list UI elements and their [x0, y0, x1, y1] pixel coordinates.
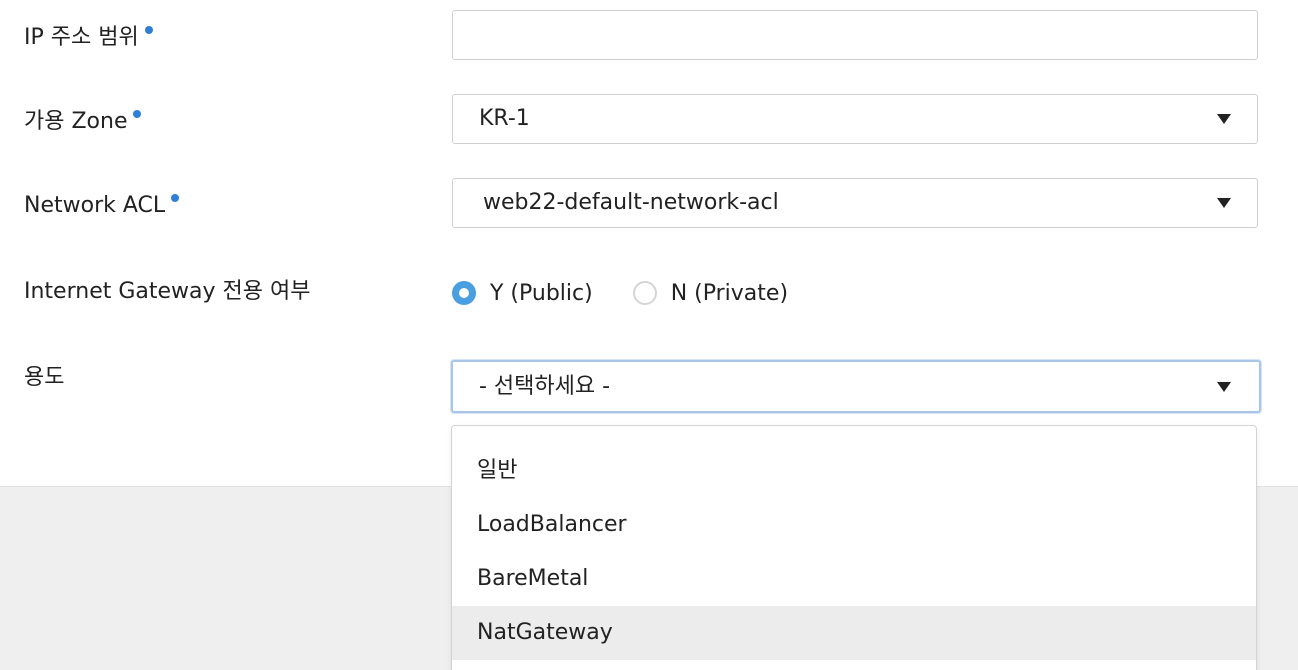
option-general[interactable]: 일반: [452, 444, 1256, 498]
ip-range-label-text: IP 주소 범위: [24, 25, 139, 50]
radio-private-label: N (Private): [670, 280, 789, 306]
required-dot-icon: [171, 194, 180, 202]
zone-select[interactable]: KR-1: [452, 94, 1258, 144]
zone-select-value: KR-1: [479, 106, 530, 131]
ip-range-label: IP 주소 범위: [24, 24, 153, 52]
subnet-create-form: IP 주소 범위 가용 Zone KR-1 Network ACL web22-…: [0, 0, 1298, 670]
network-acl-label: Network ACL: [24, 192, 180, 220]
option-baremetal[interactable]: BareMetal: [452, 552, 1256, 606]
network-acl-label-text: Network ACL: [24, 193, 166, 218]
option-loadbalancer[interactable]: LoadBalancer: [452, 498, 1256, 552]
caret-down-icon: [1217, 114, 1231, 124]
zone-label-text: 가용 Zone: [24, 109, 128, 134]
radio-private[interactable]: N (Private): [632, 280, 789, 306]
required-dot-icon: [133, 110, 142, 118]
ip-range-input[interactable]: [452, 10, 1258, 60]
purpose-label: 용도: [24, 365, 65, 390]
radio-unchecked-icon[interactable]: [632, 281, 657, 305]
internet-gateway-label: Internet Gateway 전용 여부: [24, 279, 311, 304]
purpose-dropdown-menu: 일반 LoadBalancer BareMetal NatGateway: [451, 425, 1257, 670]
radio-public-label: Y (Public): [490, 280, 593, 306]
caret-down-icon: [1217, 198, 1231, 208]
purpose-select-value: - 선택하세요 -: [479, 374, 611, 399]
radio-checked-icon[interactable]: [452, 281, 476, 305]
internet-gateway-radio-group: Y (Public) N (Private): [452, 278, 828, 308]
radio-public[interactable]: Y (Public): [452, 281, 593, 306]
option-natgateway[interactable]: NatGateway: [452, 606, 1256, 660]
required-dot-icon: [144, 26, 153, 34]
zone-label: 가용 Zone: [24, 108, 142, 136]
network-acl-select-value: web22-default-network-acl: [483, 190, 779, 215]
caret-down-icon: [1217, 382, 1231, 392]
network-acl-select[interactable]: web22-default-network-acl: [452, 178, 1258, 228]
purpose-select[interactable]: - 선택하세요 -: [451, 360, 1261, 413]
